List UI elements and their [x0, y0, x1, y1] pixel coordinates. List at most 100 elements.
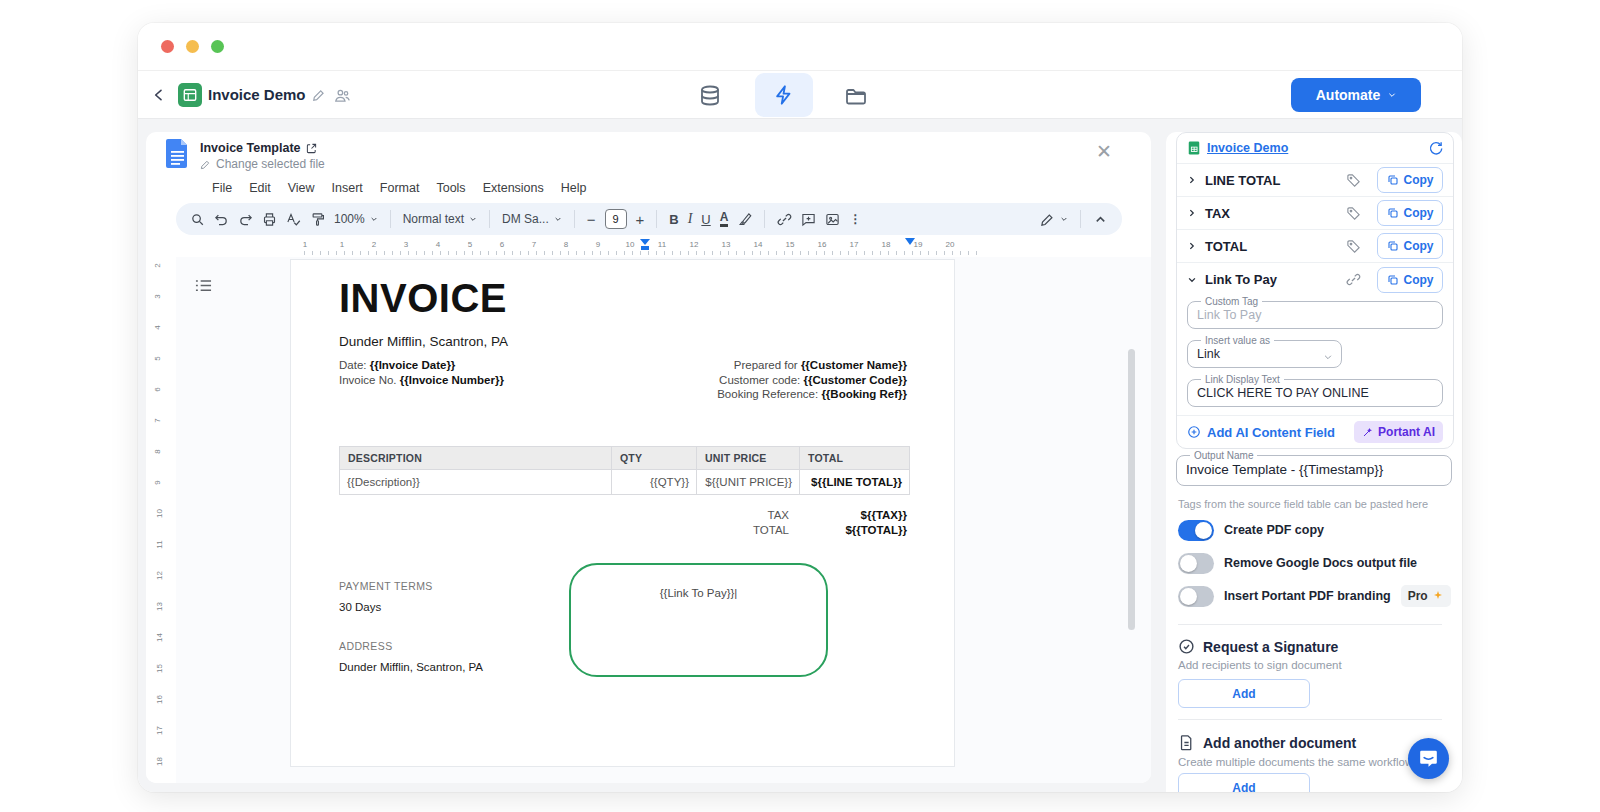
paragraph-style-select[interactable]: Normal text — [403, 212, 477, 226]
indent-marker[interactable] — [640, 239, 650, 251]
spellcheck-icon[interactable] — [286, 212, 301, 227]
menu-insert[interactable]: Insert — [332, 181, 363, 195]
back-button[interactable] — [151, 87, 167, 103]
add-comment-icon[interactable] — [801, 212, 816, 227]
output-name-input[interactable]: Invoice Template - {{Timestamp}} — [1186, 461, 1442, 479]
wand-icon — [1362, 426, 1374, 438]
field-row-total[interactable]: TOTALCopy — [1177, 229, 1453, 262]
ruler-number: 13 — [722, 240, 731, 249]
template-file-title[interactable]: Invoice Template — [200, 141, 317, 155]
collapse-toolbar-icon[interactable] — [1093, 212, 1108, 227]
menu-edit[interactable]: Edit — [249, 181, 271, 195]
copy-button[interactable]: Copy — [1377, 167, 1443, 193]
check-circle-icon — [1178, 638, 1195, 655]
underline-icon[interactable]: U — [701, 212, 710, 227]
copy-button[interactable]: Copy — [1377, 233, 1443, 259]
redo-icon[interactable] — [238, 212, 253, 227]
source-file-link[interactable]: Invoice Demo — [1207, 141, 1288, 155]
change-selected-file[interactable]: Change selected file — [200, 157, 325, 171]
insert-value-select[interactable]: Insert value as Link — [1187, 335, 1342, 368]
font-size-input[interactable]: 9 — [605, 209, 627, 229]
document-scrollbar[interactable] — [1128, 349, 1135, 630]
edit-title-icon[interactable] — [312, 88, 326, 102]
field-label: TAX — [1205, 206, 1230, 221]
menu-extensions[interactable]: Extensions — [483, 181, 544, 195]
close-traffic-light[interactable] — [161, 40, 174, 53]
insert-link-icon[interactable] — [777, 212, 792, 227]
menu-tools[interactable]: Tools — [436, 181, 465, 195]
custom-tag-field[interactable]: Custom Tag Link To Pay — [1187, 296, 1443, 329]
more-options-icon[interactable]: ⋮ — [849, 212, 861, 226]
bold-icon[interactable]: B — [669, 212, 678, 227]
undo-icon[interactable] — [214, 212, 229, 227]
outputs-folder-icon[interactable] — [844, 84, 868, 108]
field-row-expanded[interactable]: Link To Pay Copy — [1177, 262, 1453, 296]
template-file-name: Invoice Template — [200, 141, 301, 155]
ruler-number: 13 — [155, 602, 164, 611]
automate-button[interactable]: Automate — [1291, 78, 1421, 112]
toggle-switch[interactable] — [1178, 553, 1214, 574]
horizontal-ruler: 11234567891011121314151617181920 — [176, 236, 1122, 257]
ruler-number: 16 — [818, 240, 827, 249]
minimize-traffic-light[interactable] — [186, 40, 199, 53]
menu-file[interactable]: File — [212, 181, 232, 195]
ruler-number: 18 — [155, 757, 164, 766]
chevron-down-icon — [1323, 352, 1333, 362]
search-icon[interactable] — [190, 212, 205, 227]
docs-toolbar: 100% Normal text DM Sa... − 9 + B I U A — [176, 203, 1122, 235]
field-mapping-box: Invoice Demo LINE TOTALCopyTAXCopyTOTALC… — [1176, 132, 1454, 449]
table-cell: ${{UNIT PRICE}} — [697, 470, 800, 495]
chevron-right-icon — [1187, 208, 1197, 218]
change-file-label: Change selected file — [216, 157, 325, 171]
copy-button[interactable]: Copy — [1377, 267, 1443, 293]
copy-button[interactable]: Copy — [1377, 200, 1443, 226]
zoom-select[interactable]: 100% — [334, 212, 378, 226]
external-link-icon[interactable] — [306, 143, 317, 154]
paint-format-icon[interactable] — [310, 212, 325, 227]
portant-ai-badge[interactable]: Portant AI — [1354, 421, 1443, 443]
ruler-number: 8 — [564, 240, 568, 249]
font-select[interactable]: DM Sa... — [502, 212, 562, 226]
ruler-number: 15 — [155, 664, 164, 673]
toggle-switch[interactable] — [1178, 520, 1214, 541]
chat-widget[interactable] — [1408, 738, 1449, 779]
add-signature-button[interactable]: Add — [1178, 679, 1310, 708]
menu-format[interactable]: Format — [380, 181, 420, 195]
output-name-field[interactable]: Output Name Invoice Template - {{Timesta… — [1176, 450, 1452, 486]
ruler-number: 10 — [155, 509, 164, 518]
increase-font-icon[interactable]: + — [636, 211, 645, 228]
chevron-down-icon — [1388, 91, 1396, 99]
data-source-icon[interactable] — [698, 84, 722, 108]
share-people-icon[interactable] — [334, 87, 351, 104]
maximize-traffic-light[interactable] — [211, 40, 224, 53]
custom-tag-label: Custom Tag — [1201, 296, 1262, 307]
ruler-number: 4 — [153, 325, 162, 329]
menu-help[interactable]: Help — [561, 181, 587, 195]
print-icon[interactable] — [262, 212, 277, 227]
text-color-icon[interactable]: A — [720, 211, 729, 227]
insert-image-icon[interactable] — [825, 212, 840, 227]
editing-mode-select[interactable] — [1040, 212, 1068, 227]
chevron-down-icon — [1187, 275, 1197, 285]
close-icon[interactable]: ✕ — [1096, 142, 1112, 161]
add-document-button[interactable]: Add — [1178, 773, 1310, 792]
ruler-number: 14 — [754, 240, 763, 249]
custom-tag-input[interactable]: Link To Pay — [1197, 307, 1433, 323]
field-row-tax[interactable]: TAX Copy — [1177, 196, 1453, 229]
highlight-icon[interactable] — [737, 212, 752, 227]
refresh-icon[interactable] — [1428, 141, 1443, 156]
field-row-line-total[interactable]: LINE TOTALCopy — [1177, 163, 1453, 196]
vertical-ruler: 23456789101112131415161718 — [146, 257, 176, 783]
decrease-font-icon[interactable]: − — [587, 211, 596, 228]
link-to-pay-field-box[interactable]: {{Link To Pay}}| — [569, 563, 828, 677]
automation-tab[interactable] — [755, 73, 813, 117]
link-display-text-input[interactable]: CLICK HERE TO PAY ONLINE — [1197, 385, 1433, 401]
toggle-switch[interactable] — [1178, 586, 1214, 607]
document-outline-icon[interactable] — [195, 279, 212, 293]
ruler-number: 14 — [155, 633, 164, 642]
add-ai-content-field-button[interactable]: Add AI Content Field — [1187, 425, 1335, 440]
italic-icon[interactable]: I — [688, 211, 693, 227]
document-page[interactable]: INVOICE Dunder Mifflin, Scantron, PA Dat… — [290, 259, 955, 767]
menu-view[interactable]: View — [288, 181, 315, 195]
link-display-text-field[interactable]: Link Display Text CLICK HERE TO PAY ONLI… — [1187, 374, 1443, 407]
